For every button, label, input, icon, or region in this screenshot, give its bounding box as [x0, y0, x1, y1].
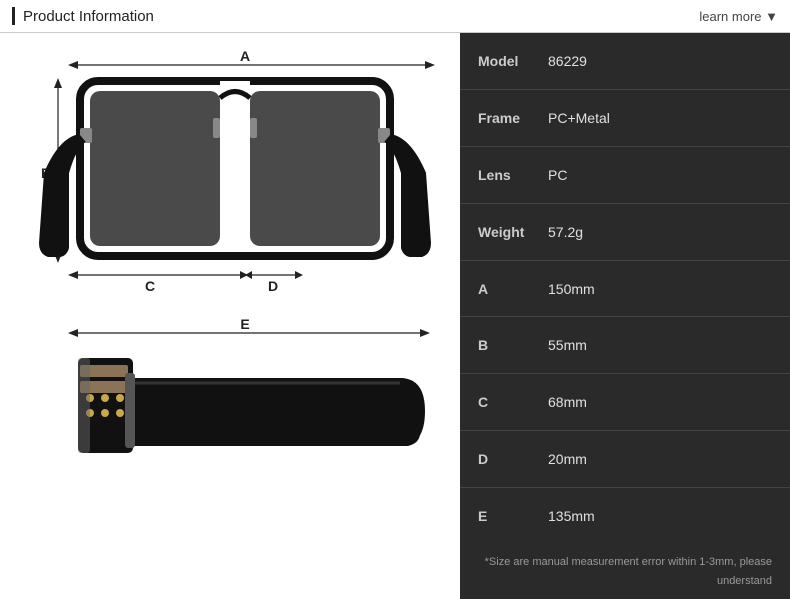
- spec-row: B 55mm: [460, 317, 790, 374]
- spec-row: C 68mm: [460, 374, 790, 431]
- spec-value: 135mm: [548, 508, 595, 524]
- spec-label: D: [478, 451, 548, 467]
- spec-value: 55mm: [548, 337, 587, 353]
- label-a: A: [240, 48, 250, 64]
- header-title-wrap: Product Information: [12, 7, 154, 25]
- learn-more-link[interactable]: learn more ▼: [699, 9, 778, 24]
- spec-row: D 20mm: [460, 431, 790, 488]
- spec-label: Weight: [478, 224, 548, 240]
- spec-label: Lens: [478, 167, 548, 183]
- spec-row: E 135mm: [460, 488, 790, 544]
- front-diagram: A B: [30, 43, 440, 303]
- spec-row: A 150mm: [460, 261, 790, 318]
- spec-row: Model 86229: [460, 33, 790, 90]
- spec-value: 57.2g: [548, 224, 583, 240]
- note-area: *Size are manual measurement error withi…: [460, 544, 790, 599]
- spec-value: 68mm: [548, 394, 587, 410]
- main-content: A B: [0, 33, 790, 599]
- spec-label: Frame: [478, 110, 548, 126]
- spec-table: Model 86229 Frame PC+Metal Lens PC Weigh…: [460, 33, 790, 544]
- spec-label: E: [478, 508, 548, 524]
- spec-value: 150mm: [548, 281, 595, 297]
- spec-value: 20mm: [548, 451, 587, 467]
- spec-value: 86229: [548, 53, 587, 69]
- label-c: C: [145, 278, 155, 293]
- specs-panel: Model 86229 Frame PC+Metal Lens PC Weigh…: [460, 33, 790, 599]
- spec-label: C: [478, 394, 548, 410]
- label-e: E: [240, 316, 249, 332]
- spec-row: Weight 57.2g: [460, 204, 790, 261]
- spec-value: PC+Metal: [548, 110, 610, 126]
- spec-row: Frame PC+Metal: [460, 90, 790, 147]
- spec-value: PC: [548, 167, 567, 183]
- note-text: *Size are manual measurement error withi…: [485, 556, 772, 587]
- spec-label: B: [478, 337, 548, 353]
- header-bar-decoration: [12, 7, 15, 25]
- spec-row: Lens PC: [460, 147, 790, 204]
- page-header: Product Information learn more ▼: [0, 0, 790, 33]
- side-diagram: E: [30, 313, 440, 523]
- spec-label: A: [478, 281, 548, 297]
- side-diagram-svg: E: [30, 313, 440, 513]
- page-title: Product Information: [23, 8, 154, 25]
- label-d: D: [268, 278, 278, 293]
- front-diagram-svg: A B: [30, 43, 440, 293]
- spec-label: Model: [478, 53, 548, 69]
- diagram-panel: A B: [0, 33, 460, 599]
